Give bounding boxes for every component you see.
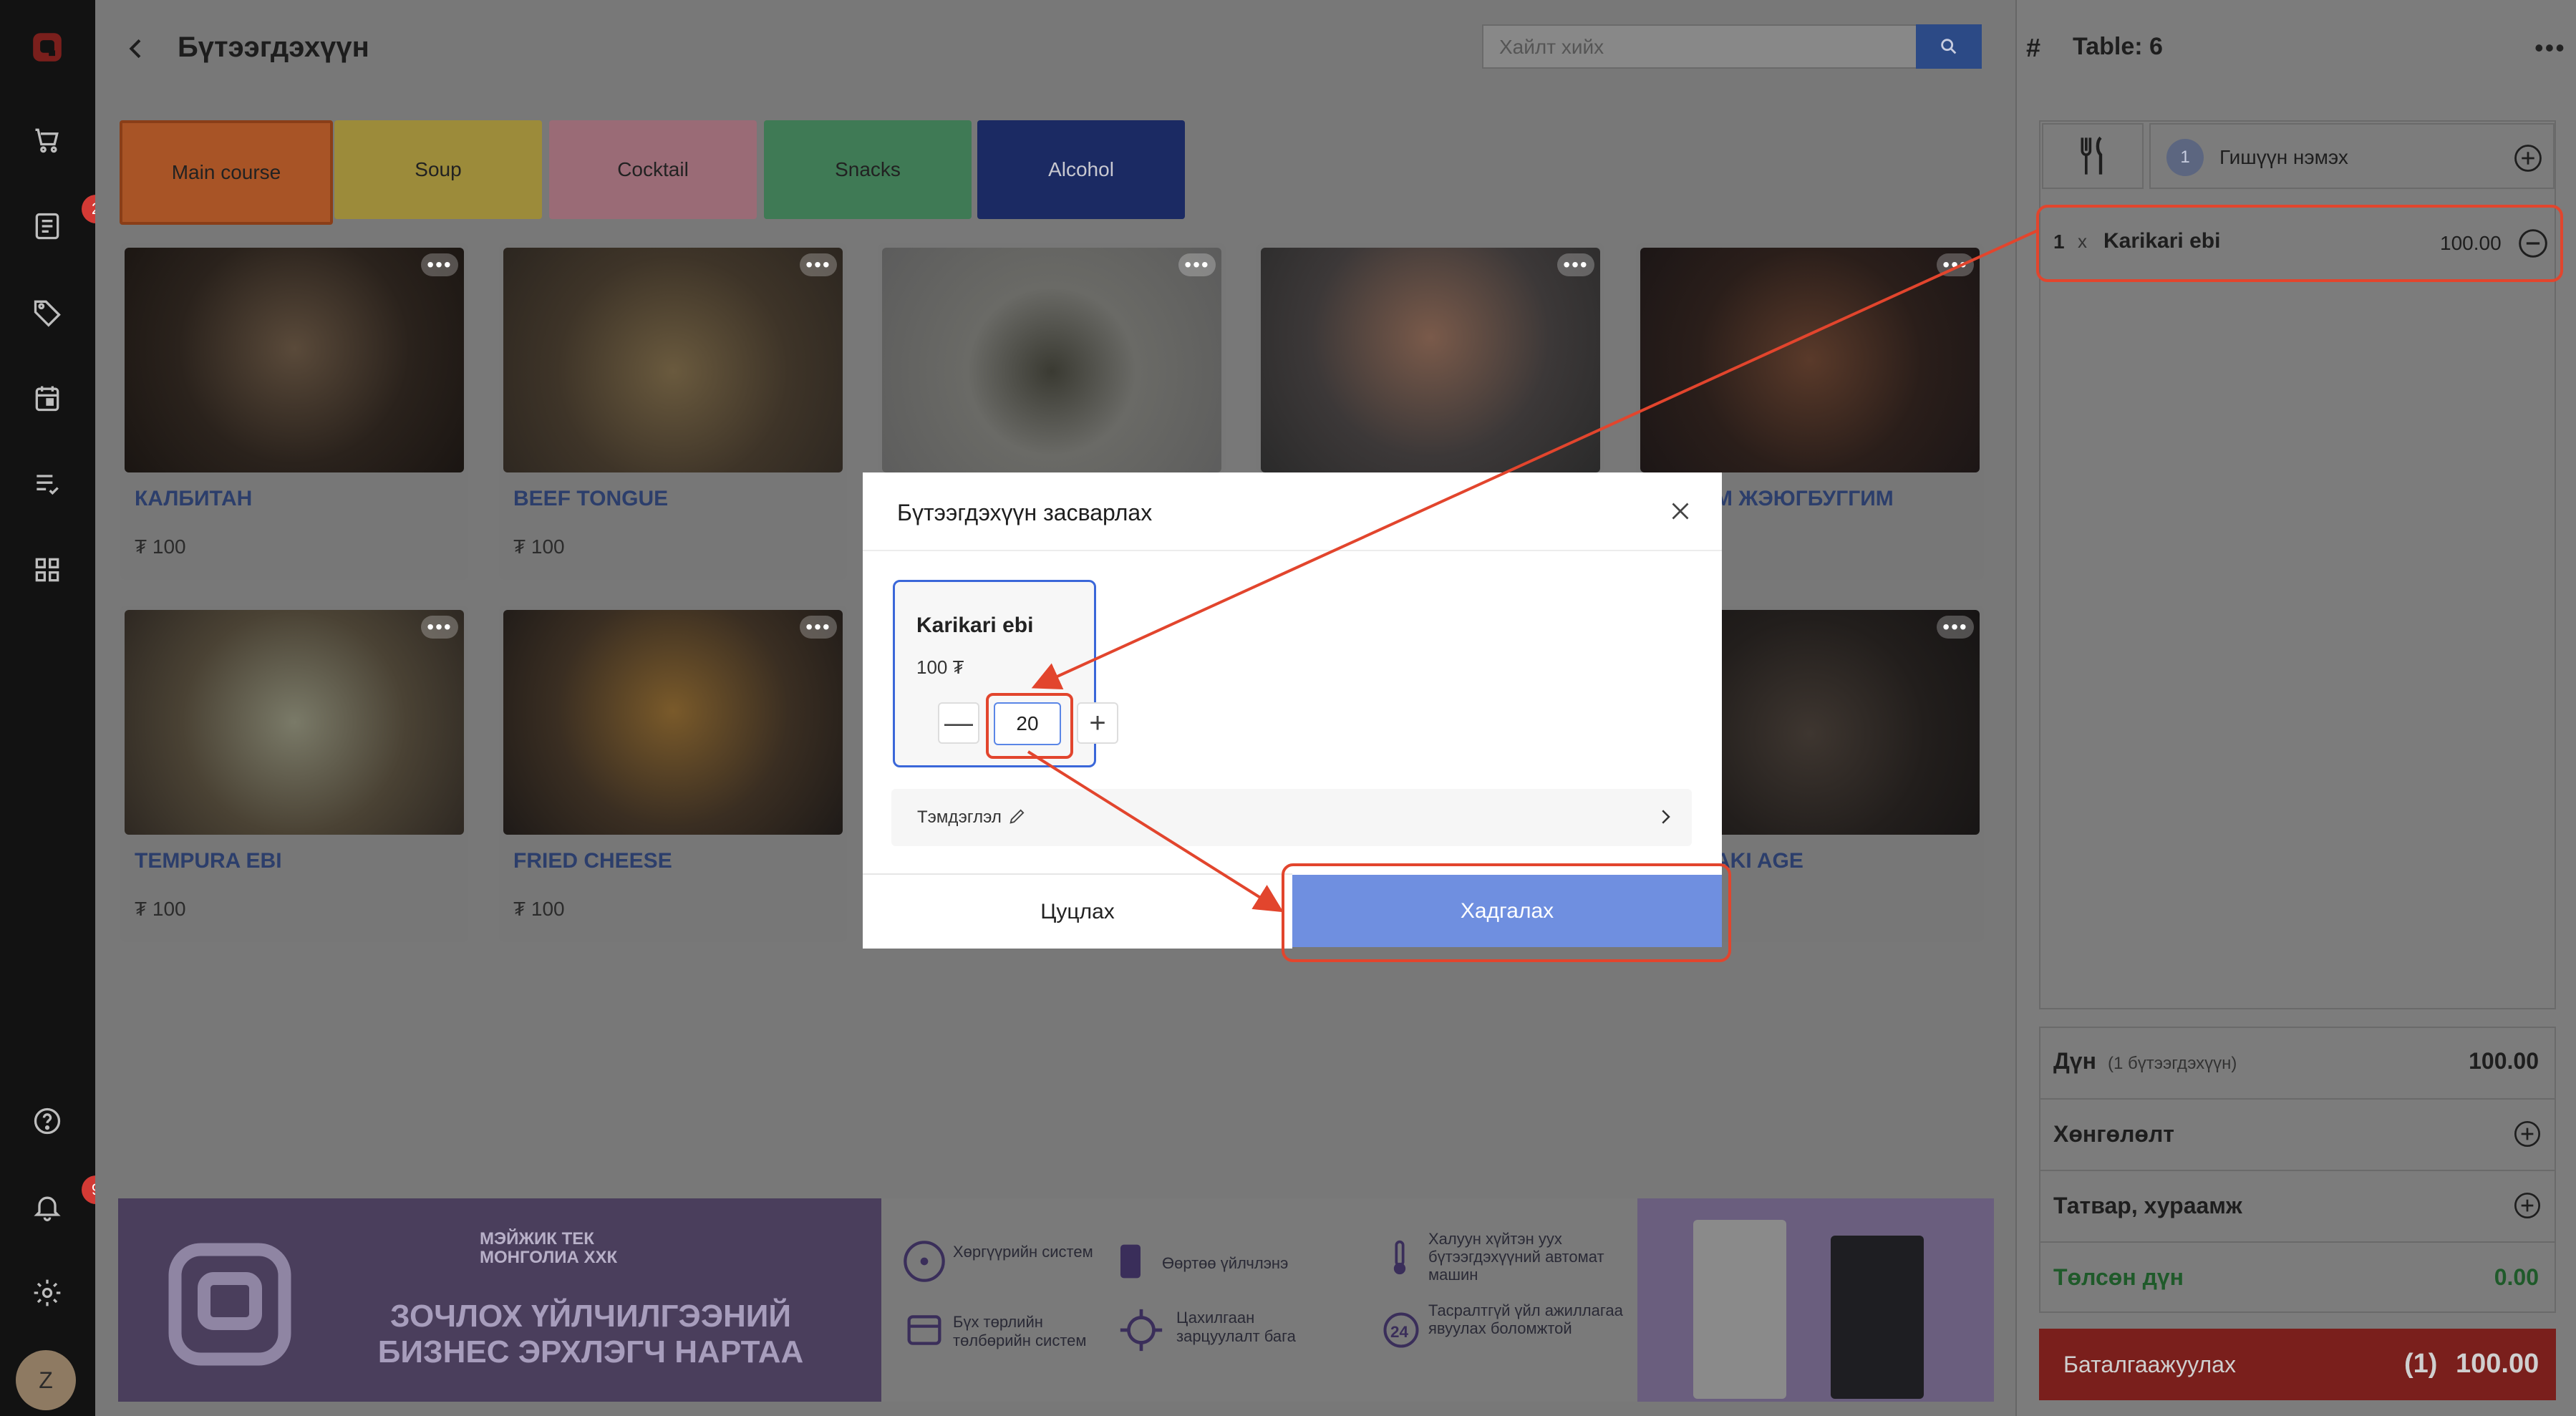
annotation-arrows — [1027, 229, 2038, 913]
